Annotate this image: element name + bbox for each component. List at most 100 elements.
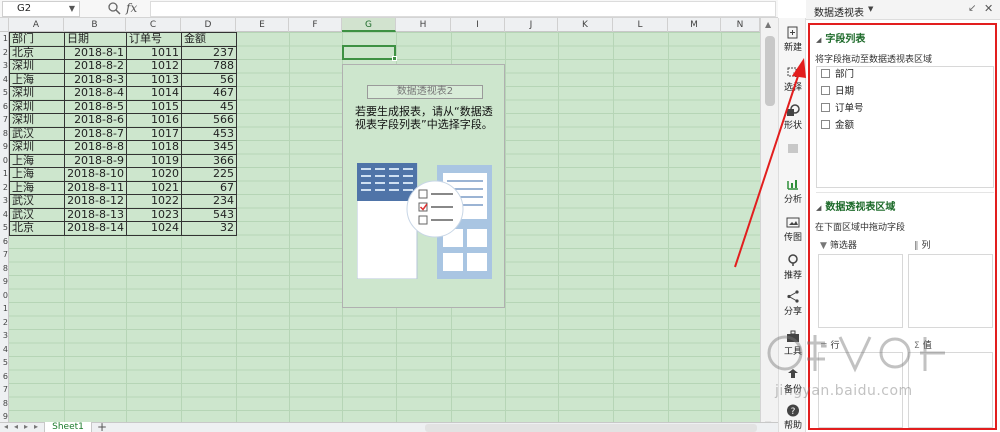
table-cell[interactable]: 1023 (126, 207, 182, 222)
checkbox-icon[interactable] (821, 103, 830, 112)
table-cell[interactable]: 2018-8-11 (64, 180, 127, 195)
spreadsheet-grid[interactable]: A B C D E F G H I J K L M N 123456789012… (0, 18, 760, 422)
field-list[interactable]: 部门 日期 订单号 金额 (816, 66, 994, 188)
row-header[interactable]: 6 (0, 235, 9, 249)
row-header[interactable]: 4 (0, 208, 9, 222)
checkbox-icon[interactable] (821, 86, 830, 95)
areas-section-title[interactable]: ◢ 数据透视表区域 (816, 198, 895, 213)
prev-sheet-icon[interactable]: ◂ (14, 422, 18, 431)
row-header[interactable]: 2 (0, 181, 9, 195)
row-header[interactable]: 8 (0, 397, 9, 411)
selected-cell-g2[interactable] (342, 45, 397, 61)
table-cell[interactable]: 345 (181, 140, 237, 155)
row-header[interactable]: 9 (0, 275, 9, 289)
table-cell[interactable]: 67 (181, 180, 237, 195)
zoom-icon[interactable] (107, 1, 121, 15)
row-header[interactable]: 6 (0, 370, 9, 384)
row-header[interactable]: 1 (0, 32, 9, 46)
table-cell[interactable]: 788 (181, 59, 237, 74)
table-cell[interactable]: 武汉 (9, 207, 65, 222)
table-cell[interactable]: 2018-8-8 (64, 140, 127, 155)
row-header[interactable]: 0 (0, 289, 9, 303)
table-cell[interactable]: 32 (181, 221, 237, 236)
fill-handle[interactable] (392, 56, 397, 61)
scroll-up-icon[interactable]: ▲ (765, 20, 771, 29)
column-header[interactable]: F (289, 18, 342, 32)
select-all-corner[interactable] (0, 18, 9, 32)
table-cell[interactable]: 2018-8-2 (64, 59, 127, 74)
next-sheet-icon[interactable]: ▸ (24, 422, 28, 431)
table-cell[interactable]: 234 (181, 194, 237, 209)
table-cell[interactable]: 2018-8-10 (64, 167, 127, 182)
row-header[interactable]: 3 (0, 194, 9, 208)
row-header[interactable]: 2 (0, 316, 9, 330)
table-cell[interactable]: 北京 (9, 221, 65, 236)
column-header[interactable]: J (505, 18, 558, 32)
row-header[interactable]: 1 (0, 167, 9, 181)
new-button[interactable]: 新建 (779, 26, 807, 53)
row-header[interactable]: 5 (0, 86, 9, 100)
row-header[interactable]: 0 (0, 154, 9, 168)
task-pane-title[interactable]: 数据透视表 (814, 4, 864, 19)
table-cell[interactable]: 1012 (126, 59, 182, 74)
table-cell[interactable]: 2018-8-4 (64, 86, 127, 101)
sheet-tab-sheet1[interactable]: Sheet1 (44, 422, 92, 432)
rows-drop-area[interactable] (818, 352, 903, 428)
row-header[interactable]: 9 (0, 410, 9, 422)
row-header[interactable]: 6 (0, 100, 9, 114)
field-item-amount[interactable]: 金额 (821, 120, 854, 134)
name-box[interactable]: G2 ▼ (2, 1, 80, 17)
table-cell[interactable]: 深圳 (9, 140, 65, 155)
column-header-selected[interactable]: G (342, 18, 396, 32)
table-cell[interactable]: 2018-8-3 (64, 72, 127, 87)
table-cell[interactable]: 225 (181, 167, 237, 182)
backup-button[interactable]: 备份 (779, 368, 807, 395)
analysis-button[interactable]: 分析 (779, 178, 807, 205)
table-cell[interactable]: 北京 (9, 45, 65, 60)
table-cell[interactable]: 2018-8-5 (64, 99, 127, 114)
table-cell[interactable]: 深圳 (9, 59, 65, 74)
table-cell[interactable]: 56 (181, 72, 237, 87)
share-button[interactable]: 分享 (779, 290, 807, 317)
table-cell[interactable]: 2018-8-9 (64, 153, 127, 168)
row-header[interactable]: 9 (0, 140, 9, 154)
table-cell[interactable]: 237 (181, 45, 237, 60)
table-cell[interactable]: 上海 (9, 72, 65, 87)
row-header[interactable]: 3 (0, 59, 9, 73)
column-header[interactable]: H (396, 18, 451, 32)
field-item-department[interactable]: 部门 (821, 69, 854, 83)
table-cell[interactable]: 566 (181, 113, 237, 128)
columns-drop-area[interactable] (908, 254, 993, 328)
table-cell[interactable]: 2018-8-14 (64, 221, 127, 236)
column-header[interactable]: E (236, 18, 289, 32)
horizontal-scrollbar[interactable] (425, 424, 757, 432)
row-header[interactable]: 3 (0, 329, 9, 343)
table-cell[interactable]: 45 (181, 99, 237, 114)
row-header[interactable]: 2 (0, 46, 9, 60)
collapse-triangle-icon[interactable]: ◢ (816, 204, 821, 212)
table-cell[interactable]: 2018-8-12 (64, 194, 127, 209)
header-cell[interactable]: 日期 (64, 32, 127, 47)
column-header[interactable]: K (558, 18, 613, 32)
column-header[interactable]: B (64, 18, 126, 32)
table-cell[interactable]: 深圳 (9, 86, 65, 101)
row-header[interactable]: 7 (0, 113, 9, 127)
row-header[interactable]: 7 (0, 248, 9, 262)
first-sheet-icon[interactable]: ◂ (4, 422, 8, 431)
table-cell[interactable]: 1018 (126, 140, 182, 155)
column-header[interactable]: A (9, 18, 64, 32)
table-cell[interactable]: 2018-8-13 (64, 207, 127, 222)
scrollbar-thumb[interactable] (765, 36, 775, 106)
table-cell[interactable]: 1022 (126, 194, 182, 209)
select-button[interactable]: 选择 (779, 66, 807, 93)
table-cell[interactable]: 1014 (126, 86, 182, 101)
table-cell[interactable]: 武汉 (9, 126, 65, 141)
table-cell[interactable]: 1013 (126, 72, 182, 87)
table-cell[interactable]: 1015 (126, 99, 182, 114)
field-list-section-title[interactable]: ◢ 字段列表 (816, 30, 865, 45)
table-cell[interactable]: 1019 (126, 153, 182, 168)
table-cell[interactable]: 深圳 (9, 113, 65, 128)
row-header[interactable]: 8 (0, 127, 9, 141)
column-header[interactable]: C (126, 18, 181, 32)
close-icon[interactable]: ✕ (984, 2, 993, 15)
